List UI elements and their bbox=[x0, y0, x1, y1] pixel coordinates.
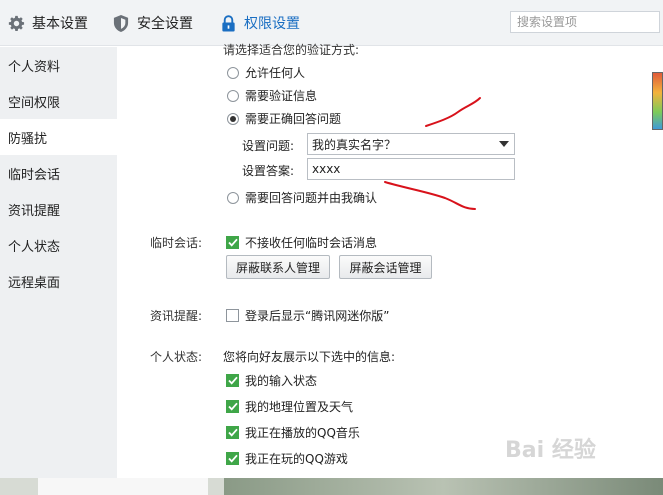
checkbox-checked[interactable] bbox=[226, 236, 239, 249]
sidebar-item-label: 防骚扰 bbox=[8, 131, 48, 147]
sidebar-item-news-reminder[interactable]: 资讯提醒 bbox=[0, 191, 117, 227]
checkbox-label: 登录后显示“腾讯网迷你版” bbox=[245, 309, 390, 323]
radio-button[interactable] bbox=[227, 191, 239, 204]
news-section-label: 资讯提醒: bbox=[150, 309, 203, 323]
tab-security-settings[interactable]: 安全设置 bbox=[112, 0, 193, 46]
checkbox-label: 我正在播放的QQ音乐 bbox=[245, 426, 360, 440]
radio-allow-anyone[interactable]: 允许任何人 bbox=[227, 64, 305, 81]
checkbox-label: 不接收任何临时会话消息 bbox=[245, 236, 378, 250]
temp-session-section-label: 临时会话: bbox=[150, 236, 203, 250]
radio-button-selected[interactable] bbox=[227, 112, 239, 125]
question-value: 我的真实名字？ bbox=[312, 137, 397, 152]
checkbox-qq-music[interactable]: 我正在播放的QQ音乐 bbox=[226, 424, 360, 441]
checkbox-checked[interactable] bbox=[226, 374, 239, 387]
checkmark-icon bbox=[227, 428, 238, 437]
sidebar-item-remote-desktop[interactable]: 远程桌面 bbox=[0, 263, 117, 299]
checkmark-icon bbox=[227, 454, 238, 463]
background-panel bbox=[38, 478, 208, 495]
checkmark-icon bbox=[227, 238, 238, 247]
gear-icon bbox=[7, 14, 25, 32]
radio-label: 需要正确回答问题 bbox=[245, 112, 342, 126]
checkbox-show-mini-news[interactable]: 登录后显示“腾讯网迷你版” bbox=[226, 307, 389, 324]
radio-label: 允许任何人 bbox=[245, 66, 306, 80]
checkmark-icon bbox=[227, 376, 238, 385]
radio-label: 需要验证信息 bbox=[245, 89, 318, 103]
background-photo bbox=[224, 478, 663, 495]
checkbox-checked[interactable] bbox=[226, 426, 239, 439]
background-window-strip bbox=[0, 478, 663, 495]
question-label: 设置问题: bbox=[242, 139, 295, 153]
sidebar-item-label: 临时会话 bbox=[8, 167, 61, 183]
sidebar-item-label: 个人状态 bbox=[8, 239, 61, 255]
question-select[interactable]: 我的真实名字？ bbox=[307, 133, 515, 155]
sidebar-item-label: 空间权限 bbox=[8, 95, 61, 111]
sidebar-nav: 个人资料 空间权限 防骚扰 临时会话 资讯提醒 个人状态 远程桌面 bbox=[0, 47, 117, 495]
tab-permission-settings[interactable]: 权限设置 bbox=[219, 0, 300, 46]
blocked-contacts-button[interactable]: 屏蔽联系人管理 bbox=[226, 255, 330, 279]
radio-require-message[interactable]: 需要验证信息 bbox=[227, 87, 317, 104]
checkbox-checked[interactable] bbox=[226, 452, 239, 465]
checkbox-typing-status[interactable]: 我的输入状态 bbox=[226, 372, 317, 389]
radio-label: 需要回答问题并由我确认 bbox=[245, 191, 378, 205]
tab-basic-settings[interactable]: 基本设置 bbox=[7, 0, 88, 46]
tab-label: 权限设置 bbox=[244, 16, 300, 32]
checkbox-checked[interactable] bbox=[226, 400, 239, 413]
checkbox-block-temp-session[interactable]: 不接收任何临时会话消息 bbox=[226, 234, 377, 251]
radio-answer-and-confirm[interactable]: 需要回答问题并由我确认 bbox=[227, 189, 377, 206]
checkbox-label: 我的地理位置及天气 bbox=[245, 400, 354, 414]
tab-label: 安全设置 bbox=[137, 16, 193, 32]
checkbox-unchecked[interactable] bbox=[226, 309, 239, 322]
radio-require-answer[interactable]: 需要正确回答问题 bbox=[227, 110, 341, 127]
checkbox-label: 我正在玩的QQ游戏 bbox=[245, 452, 348, 466]
sidebar-item-personal-status[interactable]: 个人状态 bbox=[0, 227, 117, 263]
radio-button[interactable] bbox=[227, 89, 239, 102]
lock-icon bbox=[219, 14, 237, 32]
sidebar-item-space-permission[interactable]: 空间权限 bbox=[0, 83, 117, 119]
volume-meter bbox=[652, 72, 663, 130]
chevron-down-icon[interactable] bbox=[499, 141, 509, 147]
sidebar-item-label: 个人资料 bbox=[8, 59, 61, 75]
checkmark-icon bbox=[227, 402, 238, 411]
checkbox-qq-games[interactable]: 我正在玩的QQ游戏 bbox=[226, 450, 348, 467]
settings-tab-bar: 基本设置 安全设置 权限设置 bbox=[0, 0, 663, 46]
settings-content: 请选择适合您的验证方式: 允许任何人 需要验证信息 需要正确回答问题 设置问题:… bbox=[117, 43, 663, 495]
shield-icon bbox=[112, 14, 130, 32]
checkbox-label: 我的输入状态 bbox=[245, 374, 318, 388]
answer-label: 设置答案: bbox=[242, 164, 295, 178]
verify-heading: 请选择适合您的验证方式: bbox=[223, 43, 360, 57]
status-intro: 您将向好友展示以下选中的信息: bbox=[223, 350, 396, 364]
answer-input[interactable] bbox=[307, 158, 515, 180]
sidebar-item-temp-session[interactable]: 临时会话 bbox=[0, 155, 117, 191]
watermark-text: Bai 经验 bbox=[505, 438, 596, 463]
radio-button[interactable] bbox=[227, 66, 239, 79]
blocked-sessions-button[interactable]: 屏蔽会话管理 bbox=[339, 255, 432, 279]
checkbox-location-weather[interactable]: 我的地理位置及天气 bbox=[226, 398, 353, 415]
sidebar-item-profile[interactable]: 个人资料 bbox=[0, 47, 117, 83]
search-input[interactable] bbox=[510, 11, 660, 33]
sidebar-item-label: 远程桌面 bbox=[8, 275, 61, 291]
status-section-label: 个人状态: bbox=[150, 350, 203, 364]
sidebar-item-label: 资讯提醒 bbox=[8, 203, 61, 219]
sidebar-item-anti-harassment[interactable]: 防骚扰 bbox=[0, 119, 117, 155]
tab-label: 基本设置 bbox=[32, 16, 88, 32]
